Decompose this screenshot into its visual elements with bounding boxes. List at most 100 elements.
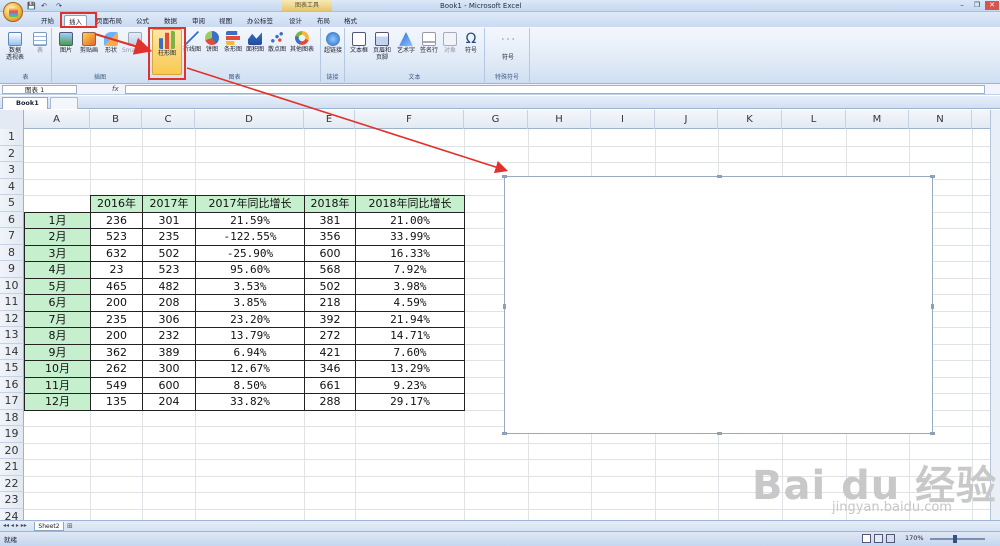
data-cell[interactable]: 482 bbox=[142, 277, 196, 295]
table-header-cell[interactable]: 2018年同比增长 bbox=[355, 195, 465, 213]
bar-chart-button[interactable]: 条形图 bbox=[222, 31, 244, 53]
table-header-cell[interactable]: 2016年 bbox=[90, 195, 143, 213]
zoom-level[interactable]: 170% bbox=[905, 534, 924, 542]
data-cell[interactable]: 3.85% bbox=[195, 294, 305, 312]
data-cell[interactable]: 13.29% bbox=[355, 360, 465, 378]
column-header-N[interactable]: N bbox=[909, 110, 972, 129]
column-header-F[interactable]: F bbox=[355, 110, 464, 129]
data-cell[interactable]: 288 bbox=[304, 393, 356, 411]
empty-chart-area[interactable] bbox=[502, 175, 935, 435]
data-cell[interactable]: 23.20% bbox=[195, 310, 305, 328]
fx-icon[interactable]: fx bbox=[112, 85, 119, 93]
data-cell[interactable]: 502 bbox=[142, 244, 196, 262]
data-cell[interactable]: 346 bbox=[304, 360, 356, 378]
data-cell[interactable]: 16.33% bbox=[355, 244, 465, 262]
save-icon[interactable]: 💾 bbox=[27, 2, 36, 10]
column-header-G[interactable]: G bbox=[464, 110, 528, 129]
data-cell[interactable]: 7.60% bbox=[355, 343, 465, 361]
column-header-D[interactable]: D bbox=[195, 110, 304, 129]
row-header-5[interactable]: 5 bbox=[0, 195, 24, 212]
month-cell[interactable]: 5月 bbox=[24, 277, 91, 295]
data-cell[interactable]: 661 bbox=[304, 376, 356, 394]
resize-handle-sw[interactable] bbox=[502, 432, 507, 435]
redo-icon[interactable]: ↷ bbox=[55, 2, 63, 10]
data-cell[interactable]: 135 bbox=[90, 393, 143, 411]
column-header-L[interactable]: L bbox=[782, 110, 846, 129]
data-cell[interactable]: 7.92% bbox=[355, 261, 465, 279]
header-footer-button[interactable]: 页眉和 页脚 bbox=[371, 32, 393, 61]
data-cell[interactable]: 204 bbox=[142, 393, 196, 411]
resize-handle-e[interactable] bbox=[931, 304, 934, 309]
close-button[interactable]: ✕ bbox=[985, 1, 999, 10]
data-cell[interactable]: 3.98% bbox=[355, 277, 465, 295]
data-cell[interactable]: 232 bbox=[142, 327, 196, 345]
month-cell[interactable]: 12月 bbox=[24, 393, 91, 411]
insert-sheet-icon[interactable]: ⊞ bbox=[67, 522, 73, 530]
data-cell[interactable]: 600 bbox=[142, 376, 196, 394]
data-cell[interactable]: 33.99% bbox=[355, 228, 465, 246]
resize-handle-n[interactable] bbox=[717, 175, 722, 178]
data-cell[interactable]: -122.55% bbox=[195, 228, 305, 246]
data-cell[interactable]: 9.23% bbox=[355, 376, 465, 394]
data-cell[interactable]: 568 bbox=[304, 261, 356, 279]
column-header-K[interactable]: K bbox=[718, 110, 782, 129]
month-cell[interactable]: 9月 bbox=[24, 343, 91, 361]
picture-button[interactable]: 图片 bbox=[56, 32, 76, 54]
data-cell[interactable]: 381 bbox=[304, 211, 356, 229]
tab-design[interactable]: 设计 bbox=[285, 15, 306, 27]
row-header-18[interactable]: 18 bbox=[0, 409, 24, 426]
data-cell[interactable]: 29.17% bbox=[355, 393, 465, 411]
zoom-slider-knob[interactable] bbox=[953, 535, 957, 543]
row-header-24[interactable]: 24 bbox=[0, 508, 24, 520]
data-cell[interactable]: 95.60% bbox=[195, 261, 305, 279]
zoom-slider[interactable] bbox=[930, 538, 985, 540]
data-cell[interactable]: 600 bbox=[304, 244, 356, 262]
month-cell[interactable]: 4月 bbox=[24, 261, 91, 279]
row-header-22[interactable]: 22 bbox=[0, 475, 24, 492]
data-cell[interactable]: 23 bbox=[90, 261, 143, 279]
row-header-23[interactable]: 23 bbox=[0, 492, 24, 509]
data-cell[interactable]: 12.67% bbox=[195, 360, 305, 378]
data-cell[interactable]: 421 bbox=[304, 343, 356, 361]
data-cell[interactable]: 33.82% bbox=[195, 393, 305, 411]
row-header-2[interactable]: 2 bbox=[0, 145, 24, 162]
tab-page-layout[interactable]: 页面布局 bbox=[92, 15, 126, 27]
month-cell[interactable]: 6月 bbox=[24, 294, 91, 312]
sheet-nav-arrows-icon[interactable]: ◂◂ ◂ ▸ ▸▸ bbox=[3, 522, 27, 529]
row-header-14[interactable]: 14 bbox=[0, 343, 24, 360]
name-box[interactable]: 图表 1 bbox=[2, 85, 77, 94]
tab-layout[interactable]: 布局 bbox=[313, 15, 334, 27]
month-cell[interactable]: 3月 bbox=[24, 244, 91, 262]
sheet-tab[interactable]: Sheet2 bbox=[34, 522, 64, 531]
page-layout-view-icon[interactable] bbox=[874, 534, 883, 543]
row-header-15[interactable]: 15 bbox=[0, 360, 24, 377]
formula-input[interactable] bbox=[125, 85, 985, 94]
select-all-corner[interactable] bbox=[0, 110, 24, 129]
table-button[interactable]: 表 bbox=[30, 32, 50, 54]
row-header-13[interactable]: 13 bbox=[0, 327, 24, 344]
tab-office-tab[interactable]: 办公标签 bbox=[243, 15, 277, 27]
row-header-20[interactable]: 20 bbox=[0, 442, 24, 459]
scatter-chart-button[interactable]: 散点图 bbox=[266, 31, 288, 53]
row-header-21[interactable]: 21 bbox=[0, 459, 24, 476]
column-header-J[interactable]: J bbox=[655, 110, 718, 129]
data-cell[interactable]: 14.71% bbox=[355, 327, 465, 345]
row-header-9[interactable]: 9 bbox=[0, 261, 24, 278]
data-cell[interactable]: 6.94% bbox=[195, 343, 305, 361]
special-symbol-dots[interactable]: · · · bbox=[489, 36, 527, 44]
data-cell[interactable]: 13.79% bbox=[195, 327, 305, 345]
table-header-cell[interactable]: 2017年同比增长 bbox=[195, 195, 305, 213]
special-symbol-button[interactable]: 符号 bbox=[489, 54, 527, 61]
data-cell[interactable]: 502 bbox=[304, 277, 356, 295]
restore-button[interactable]: ❐ bbox=[970, 1, 984, 10]
data-cell[interactable]: 8.50% bbox=[195, 376, 305, 394]
row-header-7[interactable]: 7 bbox=[0, 228, 24, 245]
pie-chart-button[interactable]: 饼图 bbox=[202, 31, 222, 53]
column-header-I[interactable]: I bbox=[591, 110, 655, 129]
row-header-4[interactable]: 4 bbox=[0, 178, 24, 195]
data-cell[interactable]: 549 bbox=[90, 376, 143, 394]
textbox-button[interactable]: 文本框 bbox=[348, 32, 370, 54]
resize-handle-w[interactable] bbox=[503, 304, 506, 309]
data-cell[interactable]: 262 bbox=[90, 360, 143, 378]
row-header-3[interactable]: 3 bbox=[0, 162, 24, 179]
